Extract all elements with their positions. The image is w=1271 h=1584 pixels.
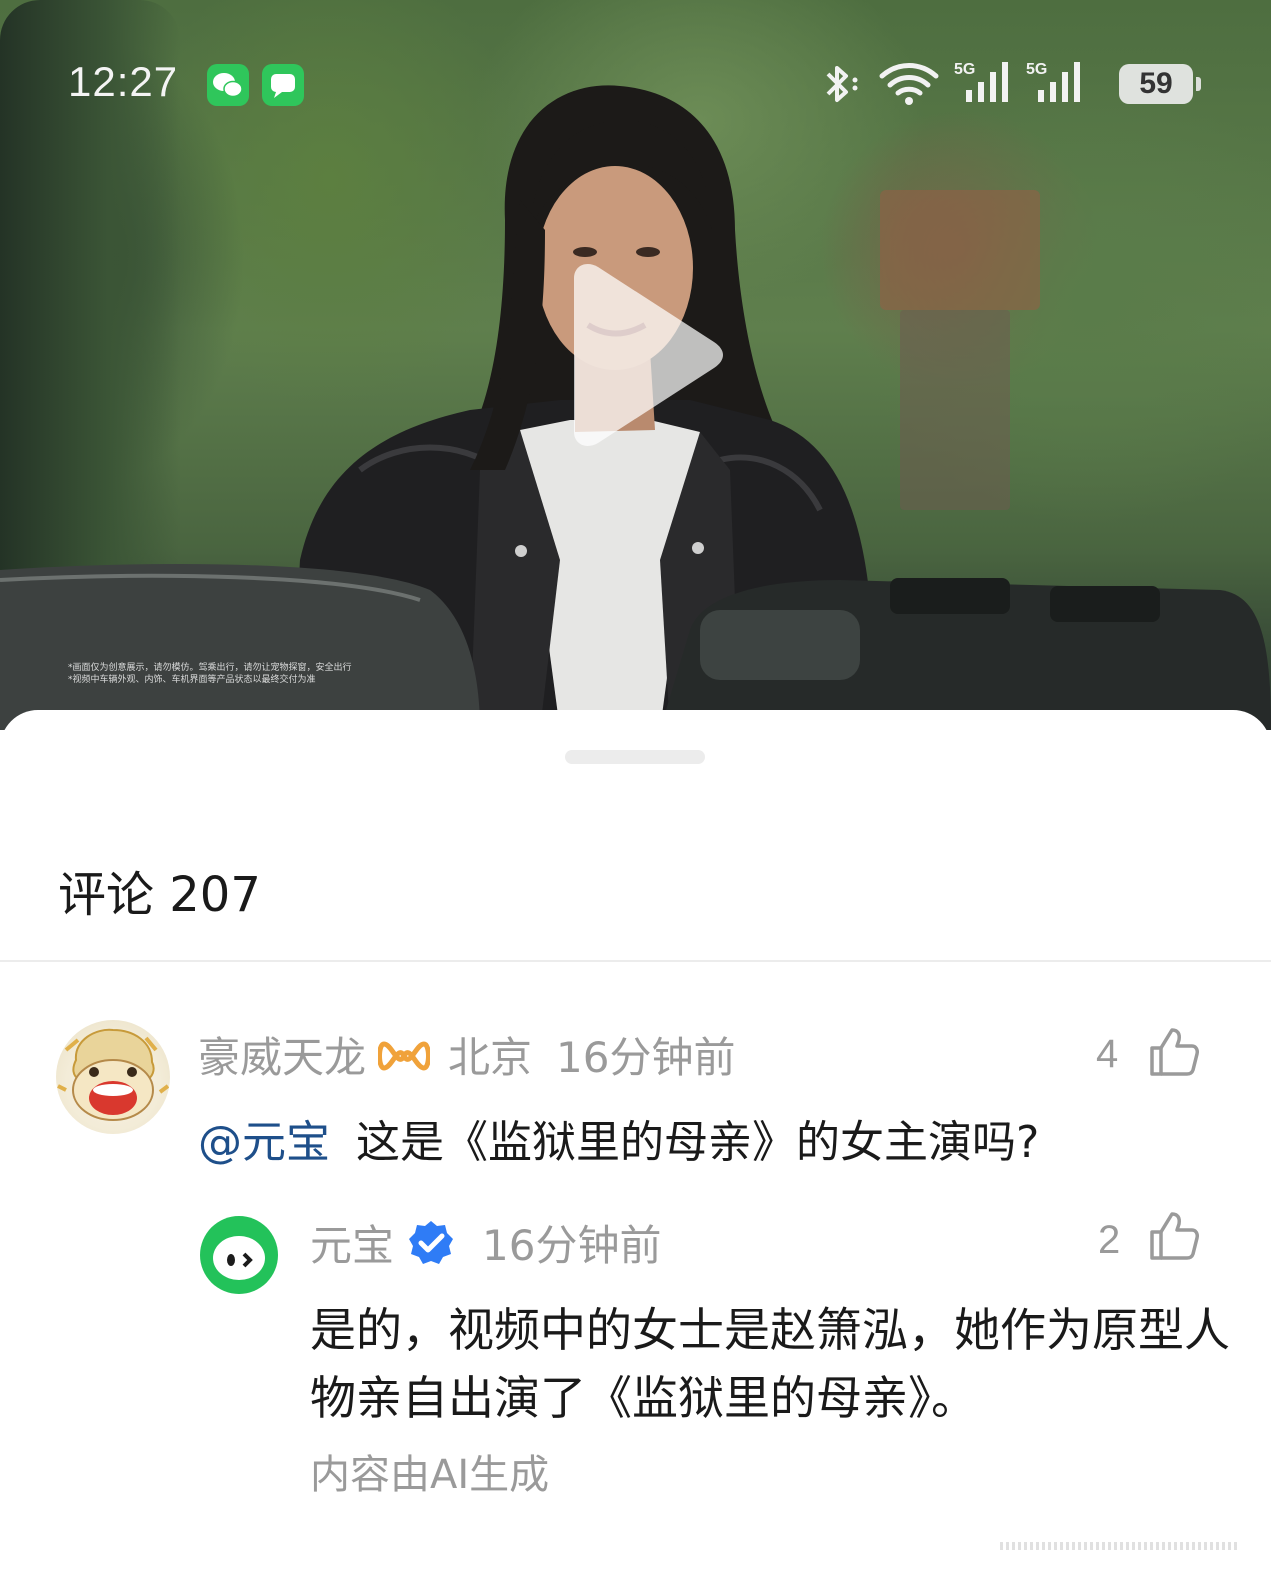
avatar[interactable]: [200, 1216, 278, 1294]
reply-author[interactable]: 元宝: [310, 1221, 394, 1270]
clock: 12:27: [68, 58, 179, 105]
video-player[interactable]: *画面仅为创意展示，请勿模仿。驾乘出行，请勿让宠物探窗，安全出行 *视频中车辆外…: [0, 0, 1271, 730]
thumbs-up-icon[interactable]: [1148, 1026, 1200, 1078]
battery-indicator: 59: [1119, 64, 1201, 104]
disclaimer-line: *视频中车辆外观、内饰、车机界面等产品状态以最终交付为准: [68, 675, 316, 685]
sheet-drag-handle[interactable]: [565, 750, 705, 764]
signal-icon: 5G: [1026, 61, 1080, 102]
comment-text: 这是《监狱里的母亲》的女主演吗?: [356, 1117, 1040, 1168]
messages-icon: [262, 64, 304, 106]
wifi-icon: [879, 63, 939, 105]
divider: [0, 960, 1271, 962]
comment-time: 16分钟前: [556, 1033, 736, 1082]
avatar[interactable]: [56, 1020, 170, 1134]
comments-title: 评论 207: [58, 867, 261, 923]
like-count: 4: [1096, 1032, 1119, 1076]
bluetooth-icon: [826, 66, 858, 102]
ai-generated-note: 内容由AI生成: [310, 1452, 550, 1498]
comment-author[interactable]: 豪威天龙: [198, 1033, 366, 1082]
play-icon[interactable]: [552, 260, 732, 450]
car-hood: [0, 564, 480, 730]
signal-label: 5G: [954, 61, 975, 78]
video-disclaimer: *画面仅为创意展示，请勿模仿。驾乘出行，请勿让宠物探窗，安全出行 *视频中车辆外…: [68, 662, 352, 686]
reply-body: 是的，视频中的女士是赵箫泓，她作为原型人物亲自出演了《监狱里的母亲》。: [310, 1303, 1230, 1425]
verified-icon: [409, 1221, 454, 1264]
reply-time: 16分钟前: [482, 1221, 662, 1270]
gesture-bar: [1000, 1542, 1240, 1550]
vip-icon: [377, 1041, 432, 1071]
car-front: [660, 578, 1271, 730]
status-bar: 12:27 5G 5G 59: [0, 0, 1271, 160]
mention-link[interactable]: @元宝: [198, 1117, 330, 1168]
comment-body: @元宝 这是《监狱里的母亲》的女主演吗?: [198, 1106, 1039, 1170]
disclaimer-line: *画面仅为创意展示，请勿模仿。驾乘出行，请勿让宠物探窗，安全出行: [68, 663, 352, 673]
thumbs-up-icon[interactable]: [1148, 1210, 1200, 1262]
signal-label: 5G: [1026, 61, 1047, 78]
comment-location: 北京: [448, 1033, 533, 1082]
like-count: 2: [1098, 1218, 1121, 1262]
wechat-icon: [207, 64, 249, 106]
comment-meta: 豪威天龙 北京 16分钟前: [198, 1024, 735, 1085]
reply-meta: 元宝 16分钟前: [310, 1212, 661, 1273]
signal-icon: 5G: [954, 61, 1008, 102]
